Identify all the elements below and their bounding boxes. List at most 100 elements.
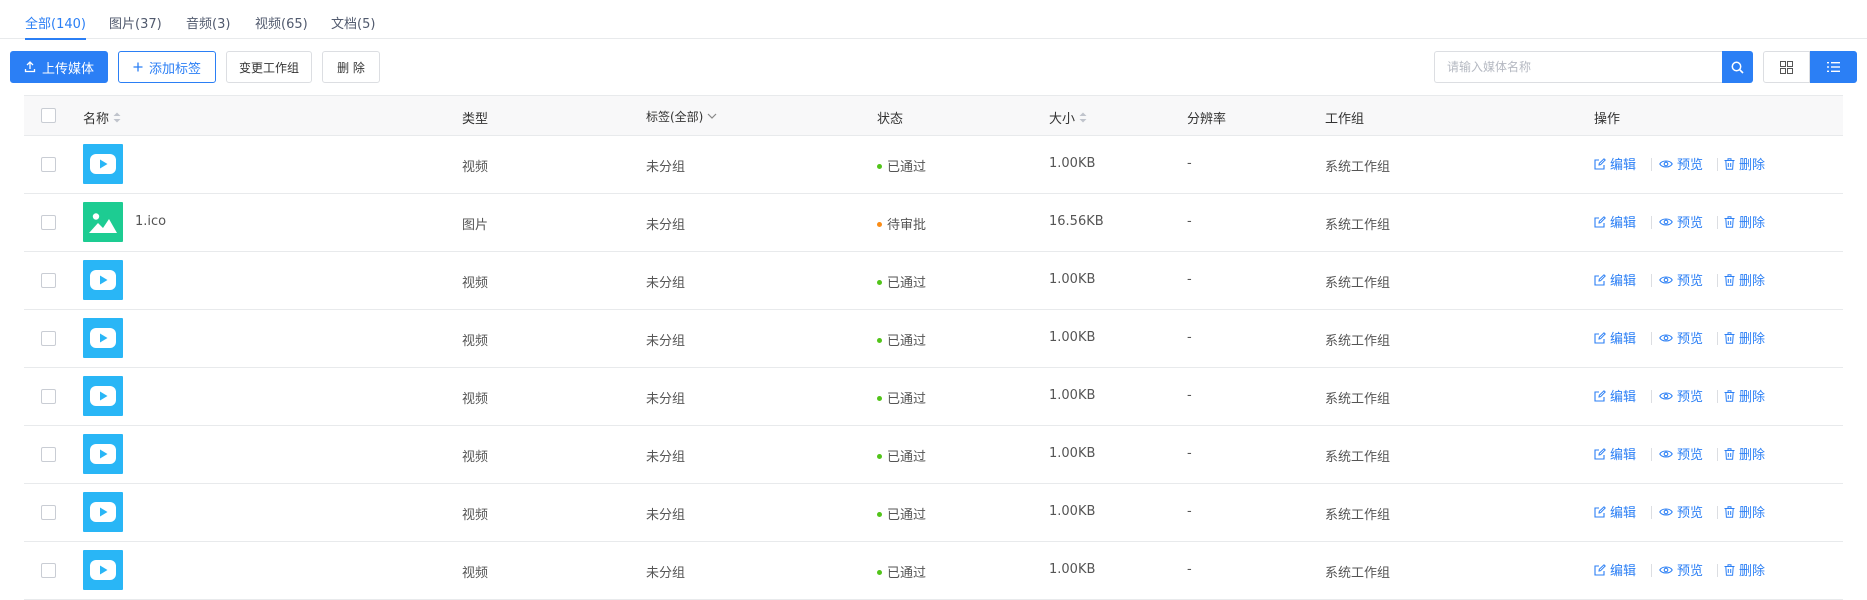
- file-size: 1.00KB: [1049, 388, 1096, 403]
- tab-images[interactable]: 图片(37): [109, 13, 162, 32]
- column-size[interactable]: 大小: [1049, 108, 1087, 127]
- add-tag-label: 添加标签: [148, 61, 201, 77]
- column-group: 工作组: [1325, 112, 1365, 127]
- play-icon: [90, 270, 116, 290]
- resolution: -: [1187, 562, 1192, 577]
- eye-icon: [1659, 565, 1673, 574]
- row-checkbox[interactable]: [41, 563, 56, 578]
- preview-action[interactable]: 预览: [1659, 386, 1703, 405]
- edit-action[interactable]: 编辑: [1594, 154, 1636, 173]
- status-dot: [877, 512, 882, 517]
- upload-media-button[interactable]: 上传媒体: [10, 51, 108, 83]
- column-status: 状态: [877, 112, 904, 127]
- eye-icon: [1659, 159, 1673, 168]
- status-badge: 已通过: [877, 562, 926, 581]
- action-divider: [1717, 274, 1718, 287]
- delete-action[interactable]: 删除: [1724, 502, 1765, 521]
- trash-icon: [1724, 215, 1735, 228]
- row-checkbox[interactable]: [41, 215, 56, 230]
- eye-icon: [1659, 217, 1673, 226]
- edit-icon: [1594, 447, 1606, 460]
- resolution: -: [1187, 214, 1192, 229]
- row-checkbox[interactable]: [41, 331, 56, 346]
- preview-action[interactable]: 预览: [1659, 270, 1703, 289]
- chevron-down-icon: [707, 113, 717, 119]
- media-thumbnail[interactable]: [83, 318, 123, 358]
- preview-action[interactable]: 预览: [1659, 502, 1703, 521]
- media-thumbnail[interactable]: [83, 550, 123, 590]
- edit-action[interactable]: 编辑: [1594, 212, 1636, 231]
- preview-action[interactable]: 预览: [1659, 444, 1703, 463]
- image-icon: [89, 213, 117, 233]
- delete-button[interactable]: 删 除: [322, 51, 380, 83]
- table-row: 1.ico 图片 未分组 待审批 16.56KB - 系统工作组 编辑 预览 删…: [24, 194, 1843, 252]
- media-thumbnail[interactable]: [83, 202, 123, 242]
- table-header: 名称 类型 标签(全部) 状态 大小 分辨率 工作组 操作: [24, 95, 1843, 136]
- add-tag-button[interactable]: 添加标签: [118, 51, 216, 83]
- edit-action[interactable]: 编辑: [1594, 502, 1636, 521]
- work-group: 系统工作组: [1325, 566, 1391, 581]
- file-size: 1.00KB: [1049, 272, 1096, 287]
- tab-video[interactable]: 视频(65): [255, 13, 308, 32]
- media-thumbnail[interactable]: [83, 492, 123, 532]
- action-divider: [1717, 216, 1718, 229]
- delete-action[interactable]: 删除: [1724, 270, 1765, 289]
- delete-action[interactable]: 删除: [1724, 386, 1765, 405]
- change-group-label: 变更工作组: [238, 60, 299, 75]
- media-tag: 未分组: [646, 334, 686, 349]
- action-divider: [1651, 332, 1652, 345]
- column-name[interactable]: 名称: [83, 108, 121, 127]
- change-group-button[interactable]: 变更工作组: [226, 51, 312, 83]
- tab-audio[interactable]: 音频(3): [186, 13, 230, 32]
- work-group: 系统工作组: [1325, 334, 1391, 349]
- delete-action[interactable]: 删除: [1724, 328, 1765, 347]
- delete-action[interactable]: 删除: [1724, 212, 1765, 231]
- play-icon: [90, 502, 116, 522]
- action-divider: [1651, 158, 1652, 171]
- edit-action[interactable]: 编辑: [1594, 444, 1636, 463]
- select-all-checkbox[interactable]: [41, 108, 56, 123]
- search-button[interactable]: [1722, 51, 1753, 83]
- row-checkbox[interactable]: [41, 447, 56, 462]
- edit-icon: [1594, 505, 1606, 518]
- preview-action[interactable]: 预览: [1659, 560, 1703, 579]
- sort-icon: [113, 112, 121, 123]
- media-type-tabs: 全部(140) 图片(37) 音频(3) 视频(65) 文档(5): [0, 0, 1867, 40]
- delete-action[interactable]: 删除: [1724, 444, 1765, 463]
- status-badge: 已通过: [877, 388, 926, 407]
- column-type: 类型: [462, 112, 489, 127]
- tab-all[interactable]: 全部(140): [25, 13, 86, 40]
- file-size: 1.00KB: [1049, 562, 1096, 577]
- edit-action[interactable]: 编辑: [1594, 560, 1636, 579]
- list-view-button[interactable]: [1810, 51, 1857, 83]
- row-checkbox[interactable]: [41, 273, 56, 288]
- play-icon: [90, 560, 116, 580]
- column-tag-filter[interactable]: 标签(全部): [646, 108, 717, 125]
- action-divider: [1651, 274, 1652, 287]
- preview-action[interactable]: 预览: [1659, 154, 1703, 173]
- preview-action[interactable]: 预览: [1659, 328, 1703, 347]
- table-row: 视频 未分组 已通过 1.00KB - 系统工作组 编辑 预览 删除: [24, 310, 1843, 368]
- grid-view-button[interactable]: [1763, 51, 1810, 83]
- media-thumbnail[interactable]: [83, 260, 123, 300]
- table-row: 视频 未分组 已通过 1.00KB - 系统工作组 编辑 预览 删除: [24, 252, 1843, 310]
- media-thumbnail[interactable]: [83, 144, 123, 184]
- row-checkbox[interactable]: [41, 157, 56, 172]
- table-row: 视频 未分组 已通过 1.00KB - 系统工作组 编辑 预览 删除: [24, 426, 1843, 484]
- row-checkbox[interactable]: [41, 505, 56, 520]
- status-dot: [877, 570, 882, 575]
- tab-documents[interactable]: 文档(5): [331, 13, 375, 32]
- edit-action[interactable]: 编辑: [1594, 328, 1636, 347]
- preview-action[interactable]: 预览: [1659, 212, 1703, 231]
- row-checkbox[interactable]: [41, 389, 56, 404]
- delete-action[interactable]: 删除: [1724, 154, 1765, 173]
- search-input[interactable]: [1434, 51, 1722, 83]
- upload-media-label: 上传媒体: [41, 61, 94, 77]
- edit-action[interactable]: 编辑: [1594, 270, 1636, 289]
- media-thumbnail[interactable]: [83, 434, 123, 474]
- trash-icon: [1724, 331, 1735, 344]
- action-divider: [1717, 158, 1718, 171]
- delete-action[interactable]: 删除: [1724, 560, 1765, 579]
- media-thumbnail[interactable]: [83, 376, 123, 416]
- edit-action[interactable]: 编辑: [1594, 386, 1636, 405]
